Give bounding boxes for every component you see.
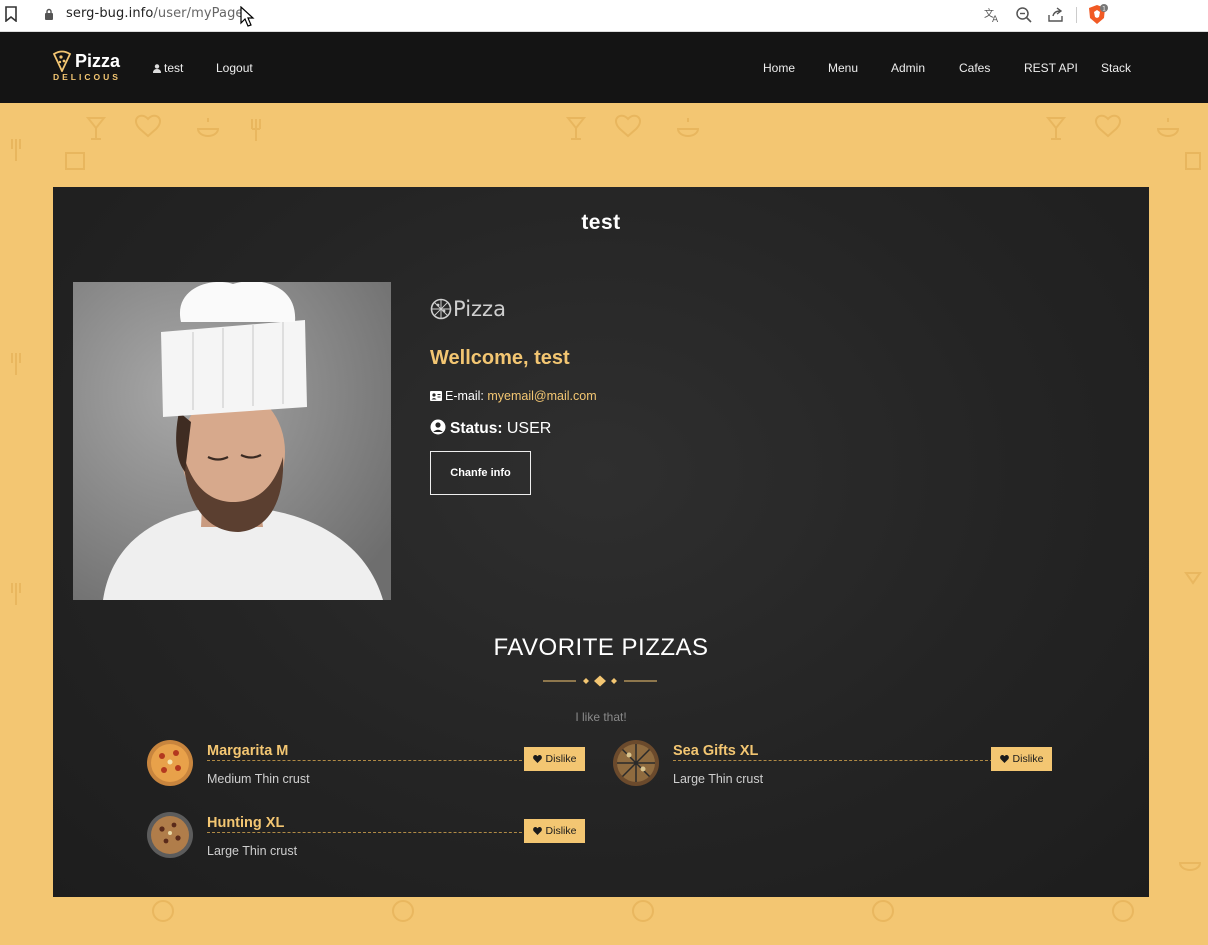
browser-address-bar: serg-bug.info/user/myPage 文 A 1 [0, 0, 1208, 32]
share-icon[interactable] [1047, 6, 1065, 24]
status-value: USER [506, 420, 552, 437]
url-path: /user/myPage [153, 6, 244, 21]
top-navigation: Pizza DELICOUS test Logout Home Menu Adm… [0, 32, 1208, 103]
nav-menu[interactable]: Menu [828, 61, 858, 75]
nav-home[interactable]: Home [763, 61, 795, 75]
favorite-name: Sea Gifts XL [673, 743, 759, 759]
welcome-heading: Wellcome, test [430, 347, 570, 369]
pizza-icon [430, 298, 452, 320]
pizza-thumbnail [147, 740, 193, 786]
nav-rest-api[interactable]: REST API [1024, 61, 1078, 75]
logo-word: Pizza [75, 51, 121, 71]
dislike-button[interactable]: Dislike [991, 747, 1052, 771]
mouse-cursor-icon [240, 6, 255, 27]
toolbar-separator [1076, 7, 1077, 23]
translate-icon[interactable]: 文 A [983, 6, 1001, 24]
dislike-label: Dislike [545, 825, 577, 837]
logout-link[interactable]: Logout [216, 61, 253, 75]
dislike-label: Dislike [545, 753, 577, 765]
lock-icon [45, 8, 53, 20]
email-value: myemail@mail.com [487, 389, 597, 403]
profile-photo [73, 282, 391, 600]
pizza-slice-icon [52, 50, 72, 72]
favorites-title: FAVORITE PIZZAS [493, 634, 709, 661]
brave-badge: 1 [1102, 6, 1106, 13]
status-row: Status: USER [430, 419, 551, 438]
ornament-divider [543, 675, 657, 687]
heart-icon [999, 755, 1009, 763]
favorite-name: Hunting XL [207, 815, 285, 831]
favorite-item: Margarita M Medium Thin crust Dislike [146, 739, 586, 795]
nav-user-label: test [164, 61, 184, 75]
favorite-item: Hunting XL Large Thin crust Dislike [146, 811, 586, 867]
heart-icon [532, 755, 542, 763]
nav-user[interactable]: test [153, 61, 183, 75]
dislike-label: Dislike [1012, 753, 1044, 765]
favorite-name: Margarita M [207, 743, 289, 759]
favorite-item: Sea Gifts XL Large Thin crust Dislike [612, 739, 1052, 795]
nav-admin[interactable]: Admin [891, 61, 925, 75]
chef-portrait-image [73, 282, 391, 600]
dotted-leader [207, 832, 527, 833]
favorites-tagline: I like that! [575, 710, 627, 724]
dotted-leader [673, 760, 993, 761]
dotted-leader [207, 760, 527, 761]
profile-board: test Pizza Wellcome, test E-mail: myemai… [53, 187, 1149, 897]
heart-icon [532, 827, 542, 835]
site-logo[interactable]: Pizza DELICOUS [52, 50, 132, 86]
email-row: E-mail: myemail@mail.com [430, 389, 597, 403]
brave-shield-icon[interactable]: 1 [1086, 4, 1108, 26]
user-icon [153, 64, 161, 73]
logo-subtitle: DELICOUS [53, 72, 121, 82]
status-label: Status: [450, 420, 503, 437]
zoom-out-icon[interactable] [1015, 6, 1033, 24]
page-title: test [581, 211, 621, 234]
nav-cafes[interactable]: Cafes [959, 61, 990, 75]
svg-text:A: A [992, 15, 999, 24]
bookmark-icon[interactable] [5, 6, 17, 22]
nav-stack[interactable]: Stack [1101, 61, 1131, 75]
url-field[interactable]: serg-bug.info/user/myPage [66, 6, 244, 21]
brand-line: Pizza [430, 295, 590, 323]
change-info-button[interactable]: Chanfe info [430, 451, 531, 495]
favorite-description: Large Thin crust [207, 844, 298, 858]
dislike-button[interactable]: Dislike [524, 747, 585, 771]
url-host: serg-bug.info [66, 6, 154, 21]
user-circle-icon [430, 419, 446, 435]
pizza-thumbnail [613, 740, 659, 786]
favorite-description: Large Thin crust [673, 772, 764, 786]
brand-text: Pizza [453, 297, 506, 321]
pizza-thumbnail [147, 812, 193, 858]
favorite-description: Medium Thin crust [207, 772, 310, 786]
dislike-button[interactable]: Dislike [524, 819, 585, 843]
id-card-icon [430, 391, 442, 401]
email-label: E-mail: [445, 389, 484, 403]
